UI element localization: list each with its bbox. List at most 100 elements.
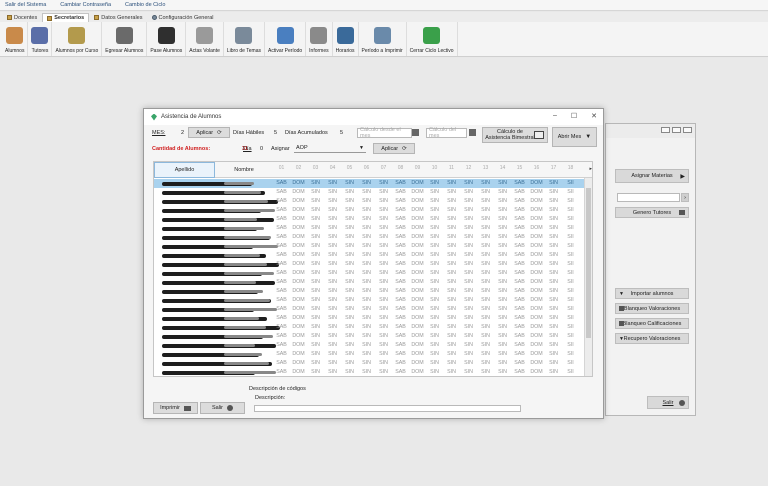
day-cell[interactable]: SIN (443, 216, 460, 222)
tab-docentes[interactable]: Docentes (3, 13, 41, 22)
day-cell[interactable]: SIN (341, 180, 358, 186)
day-cell[interactable]: DOM (290, 351, 307, 357)
day-cell[interactable]: SIN (494, 189, 511, 195)
day-cell[interactable]: SIN (307, 297, 324, 303)
day-cell[interactable]: SIN (324, 225, 341, 231)
day-cell[interactable]: SIN (307, 225, 324, 231)
day-cell[interactable]: SIN (375, 342, 392, 348)
table-row[interactable]: SAB DOM SIN SIN SIN SIN SIN SAB DOM SIN SIN SIN SIN S… (154, 314, 592, 323)
day-cell[interactable]: SAB (392, 297, 409, 303)
day-cell[interactable]: SAB (511, 234, 528, 240)
day-cell[interactable]: SIN (426, 198, 443, 204)
day-cell[interactable]: DOM (528, 369, 545, 375)
day-cell[interactable]: SIN (324, 306, 341, 312)
day-cell[interactable]: SIN (477, 180, 494, 186)
day-cell[interactable]: DOM (409, 198, 426, 204)
day-cell[interactable]: SIN (341, 261, 358, 267)
ribbon-button-horarios[interactable]: Horarios (333, 22, 359, 56)
day-cell[interactable]: SIN (494, 315, 511, 321)
day-cell[interactable]: SIN (460, 333, 477, 339)
table-row[interactable]: SAB DOM SIN SIN SIN SIN SIN SAB DOM SIN SIN SIN SIN S… (154, 341, 592, 350)
column-nombre[interactable]: Nombre (216, 162, 272, 178)
day-cell[interactable]: SII (562, 198, 579, 204)
day-cell[interactable]: SIN (494, 216, 511, 222)
day-cell[interactable]: DOM (528, 297, 545, 303)
day-cell[interactable]: SIN (358, 243, 375, 249)
ribbon-button-per-odo-a-imprimir[interactable]: Período a Imprimir (359, 22, 407, 56)
day-cell[interactable]: SIN (477, 216, 494, 222)
table-row[interactable]: SAB DOM SIN SIN SIN SIN SIN SAB DOM SIN SIN SIN SIN S… (154, 305, 592, 314)
day-cell[interactable]: DOM (409, 252, 426, 258)
day-cell[interactable]: SIN (307, 360, 324, 366)
ribbon-button-activar-per-odo[interactable]: Activar Período (265, 22, 307, 56)
day-cell[interactable]: SAB (273, 207, 290, 213)
day-cell[interactable]: SAB (273, 234, 290, 240)
day-cell[interactable]: SII (562, 315, 579, 321)
day-cell[interactable]: SIN (545, 243, 562, 249)
day-cell[interactable]: DOM (290, 288, 307, 294)
day-cell[interactable]: SII (562, 180, 579, 186)
menu-cambiar-contrasena[interactable]: Cambiar Contraseña (60, 2, 111, 8)
day-cell[interactable]: SIN (358, 324, 375, 330)
day-cell[interactable]: DOM (290, 207, 307, 213)
day-cell[interactable]: SIN (443, 234, 460, 240)
day-cell[interactable]: SIN (426, 324, 443, 330)
day-cell[interactable]: SAB (273, 306, 290, 312)
salir-button[interactable]: Salir (200, 402, 245, 414)
day-cell[interactable]: SIN (375, 279, 392, 285)
close-icon[interactable] (683, 127, 692, 133)
day-cell[interactable]: SIN (375, 225, 392, 231)
day-cell[interactable]: SIN (477, 270, 494, 276)
day-cell[interactable]: DOM (528, 234, 545, 240)
day-cell[interactable]: SIN (341, 234, 358, 240)
day-cell[interactable]: SIN (324, 324, 341, 330)
day-cell[interactable]: SIN (358, 288, 375, 294)
day-cell[interactable]: SAB (273, 288, 290, 294)
day-cell[interactable]: SIN (341, 342, 358, 348)
day-cell[interactable]: SIN (477, 189, 494, 195)
table-row[interactable]: SAB DOM SIN SIN SIN SIN SIN SAB DOM SIN SIN SIN SIN S… (154, 350, 592, 359)
table-row[interactable]: SAB DOM SIN SIN SIN SIN SIN SAB DOM SIN SIN SIN SIN S… (154, 359, 592, 368)
ribbon-button-alumnos[interactable]: Alumnos (2, 22, 29, 56)
close-icon[interactable]: ✕ (591, 112, 597, 120)
day-cell[interactable]: SIN (545, 261, 562, 267)
day-cell[interactable]: SIN (443, 351, 460, 357)
day-cell[interactable]: SAB (392, 270, 409, 276)
day-cell[interactable]: SAB (273, 261, 290, 267)
day-cell[interactable]: DOM (528, 333, 545, 339)
day-cell[interactable]: SAB (511, 306, 528, 312)
day-cell[interactable]: DOM (409, 225, 426, 231)
day-cell[interactable]: DOM (409, 306, 426, 312)
day-cell[interactable]: SIN (375, 234, 392, 240)
day-cell[interactable]: SIN (443, 288, 460, 294)
day-cell[interactable]: SIN (324, 288, 341, 294)
day-cell[interactable]: SIN (358, 252, 375, 258)
asignar-select[interactable]: AOP ▼ (294, 143, 366, 153)
day-cell[interactable]: SIN (494, 198, 511, 204)
day-cell[interactable]: SIN (545, 189, 562, 195)
tab-configuracion-general[interactable]: Configuración General (148, 13, 218, 22)
day-cell[interactable]: SIN (545, 252, 562, 258)
day-cell[interactable]: SAB (392, 243, 409, 249)
day-cell[interactable]: SIN (341, 225, 358, 231)
ribbon-button-informes[interactable]: Informes (306, 22, 333, 56)
day-cell[interactable]: SIN (460, 297, 477, 303)
day-cell[interactable]: SAB (511, 189, 528, 195)
day-cell[interactable]: SIN (375, 351, 392, 357)
day-cell[interactable]: SIN (375, 261, 392, 267)
day-cell[interactable]: SIN (545, 324, 562, 330)
day-cell[interactable]: SIN (443, 297, 460, 303)
day-cell[interactable]: SIN (460, 207, 477, 213)
day-cell[interactable]: SIN (426, 279, 443, 285)
day-cell[interactable]: SIN (324, 252, 341, 258)
day-cell[interactable]: SIN (307, 279, 324, 285)
day-cell[interactable]: SIN (375, 207, 392, 213)
day-cell[interactable]: DOM (409, 324, 426, 330)
day-cell[interactable]: SIN (545, 270, 562, 276)
day-cell[interactable]: SIN (307, 216, 324, 222)
day-cell[interactable]: SIN (494, 288, 511, 294)
day-cell[interactable]: SAB (511, 315, 528, 321)
day-cell[interactable]: SIN (426, 225, 443, 231)
day-cell[interactable]: DOM (409, 333, 426, 339)
day-cell[interactable]: DOM (290, 243, 307, 249)
